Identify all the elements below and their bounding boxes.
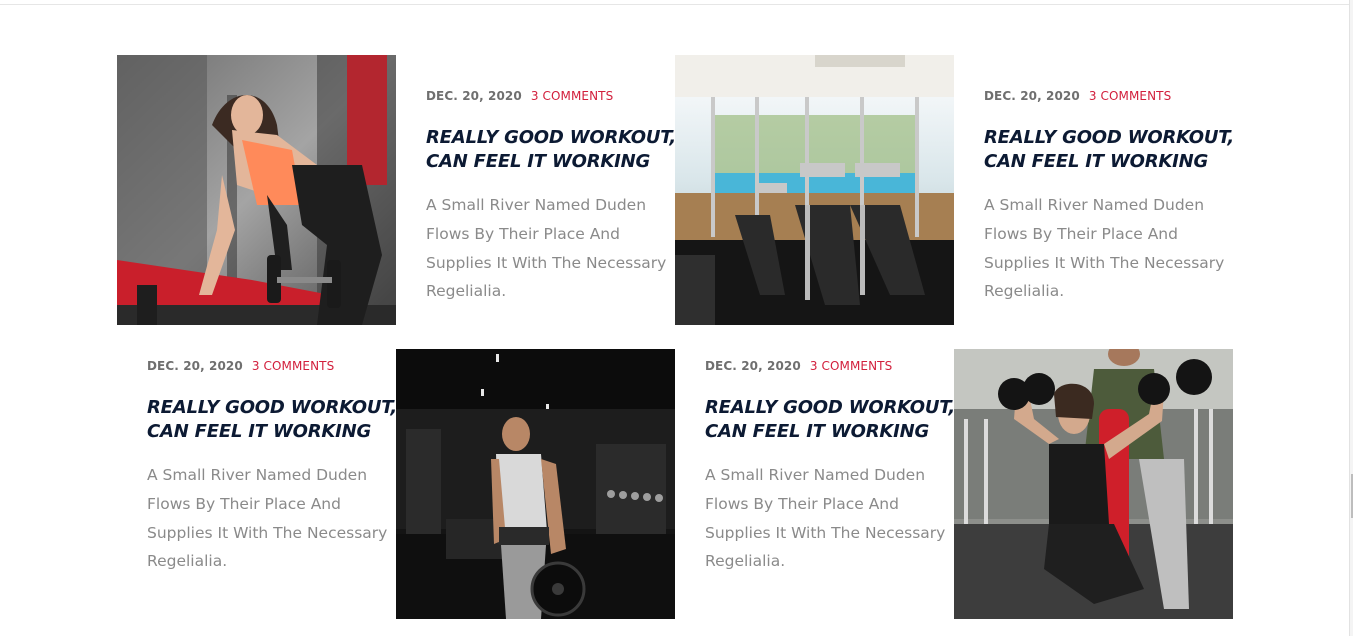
post-title-line[interactable]: REALLY GOOD WORKOUT, [984,126,1234,150]
post-title[interactable]: REALLY GOOD WORKOUT, CAN FEEL IT WORKING [147,396,397,444]
post-meta: DEC. 20, 2020 3 COMMENTS [147,359,397,373]
post-image-1-photo [117,55,396,325]
post-date[interactable]: DEC. 20, 2020 [426,89,522,103]
post-title[interactable]: REALLY GOOD WORKOUT, CAN FEEL IT WORKING [984,126,1234,174]
excerpt-line: Supplies It With The Necessary [426,253,667,272]
excerpt-line: Supplies It With The Necessary [705,523,946,542]
post-image-4[interactable] [954,349,1233,619]
excerpt-line: Flows By Their Place And [984,224,1178,243]
post-date[interactable]: DEC. 20, 2020 [147,359,243,373]
post-meta: DEC. 20, 2020 3 COMMENTS [705,359,955,373]
excerpt-line: Flows By Their Place And [426,224,620,243]
post-title-line[interactable]: CAN FEEL IT WORKING [426,150,676,174]
excerpt-line: A Small River Named Duden [426,196,647,214]
post-comments-link[interactable]: 3 COMMENTS [531,89,614,103]
post-image-2[interactable] [675,55,954,325]
top-divider [0,4,1349,5]
post-title-line[interactable]: REALLY GOOD WORKOUT, [426,126,676,150]
post-excerpt: A Small River Named Duden Flows By Their… [705,461,955,576]
excerpt-line: Regelialia. [426,282,507,301]
post-comments-link[interactable]: 3 COMMENTS [810,359,893,373]
post-comments-link[interactable]: 3 COMMENTS [1089,89,1172,103]
excerpt-line: Flows By Their Place And [147,494,341,513]
post-title[interactable]: REALLY GOOD WORKOUT, CAN FEEL IT WORKING [705,396,955,444]
post-image-3-photo [396,349,675,619]
excerpt-line: Regelialia. [147,552,228,571]
post-card-3: DEC. 20, 2020 3 COMMENTS REALLY GOOD WORK… [147,359,397,576]
post-title-line[interactable]: CAN FEEL IT WORKING [147,420,397,444]
post-excerpt: A Small River Named Duden Flows By Their… [426,191,676,306]
post-date[interactable]: DEC. 20, 2020 [705,359,801,373]
post-excerpt: A Small River Named Duden Flows By Their… [147,461,397,576]
excerpt-line: A Small River Named Duden [705,466,926,484]
excerpt-line: A Small River Named Duden [147,466,368,484]
post-meta: DEC. 20, 2020 3 COMMENTS [984,89,1234,103]
post-title-line[interactable]: CAN FEEL IT WORKING [984,150,1234,174]
excerpt-line: Supplies It With The Necessary [984,253,1225,272]
post-image-1[interactable] [117,55,396,325]
excerpt-line: Regelialia. [984,282,1065,301]
post-image-3[interactable] [396,349,675,619]
post-excerpt: A Small River Named Duden Flows By Their… [984,191,1234,306]
post-card-1: DEC. 20, 2020 3 COMMENTS REALLY GOOD WORK… [426,89,676,306]
post-title-line[interactable]: CAN FEEL IT WORKING [705,420,955,444]
excerpt-line: A Small River Named Duden [984,196,1205,214]
post-title-line[interactable]: REALLY GOOD WORKOUT, [705,396,955,420]
post-card-4: DEC. 20, 2020 3 COMMENTS REALLY GOOD WORK… [705,359,955,576]
excerpt-line: Flows By Their Place And [705,494,899,513]
post-comments-link[interactable]: 3 COMMENTS [252,359,335,373]
excerpt-line: Regelialia. [705,552,786,571]
post-date[interactable]: DEC. 20, 2020 [984,89,1080,103]
post-title[interactable]: REALLY GOOD WORKOUT, CAN FEEL IT WORKING [426,126,676,174]
page-scrollbar[interactable] [1349,0,1353,636]
excerpt-line: Supplies It With The Necessary [147,523,388,542]
post-image-2-photo [675,55,954,325]
post-card-2: DEC. 20, 2020 3 COMMENTS REALLY GOOD WORK… [984,89,1234,306]
post-image-4-photo [954,349,1233,619]
post-title-line[interactable]: REALLY GOOD WORKOUT, [147,396,397,420]
post-meta: DEC. 20, 2020 3 COMMENTS [426,89,676,103]
